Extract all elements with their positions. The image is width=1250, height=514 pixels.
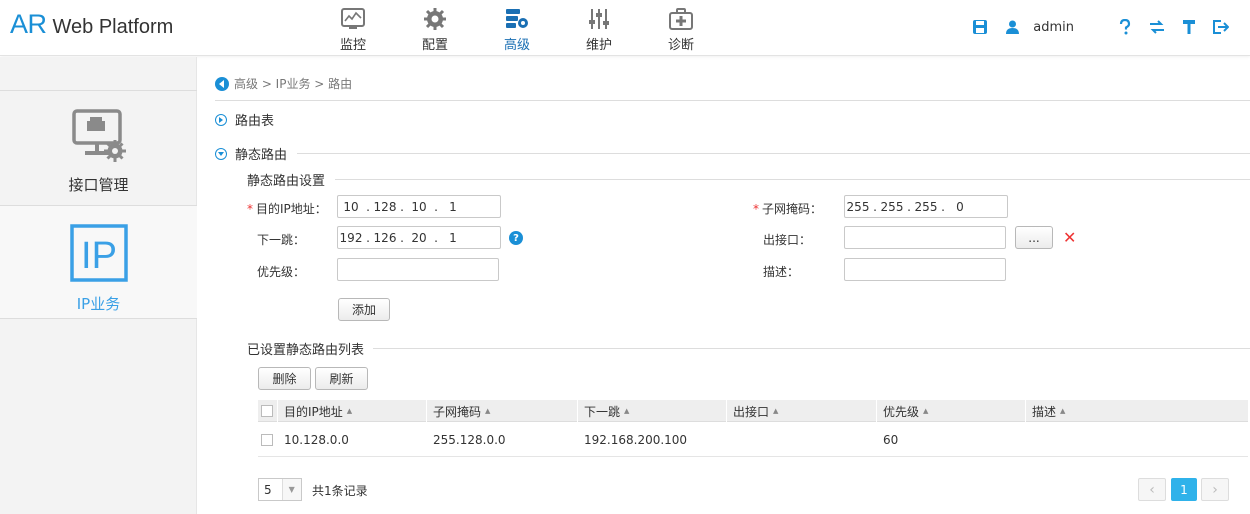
- page-size-select[interactable]: 5 ▼: [258, 478, 302, 501]
- logo-text: Web Platform: [52, 16, 174, 38]
- sort-icon: ▲: [1060, 407, 1066, 415]
- cell-description: [1026, 423, 1248, 457]
- form-title: 静态路由设置: [247, 174, 326, 189]
- table-header: 目的IP地址 ▲ 子网掩码 ▲ 下一跳 ▲ 出接口 ▲ 优先级 ▲ 描述 ▲: [258, 400, 1248, 422]
- sort-icon: ▲: [923, 407, 929, 415]
- dest-ip-input[interactable]: 10. 128. 10. 1: [337, 195, 501, 218]
- select-all-checkbox[interactable]: [258, 400, 278, 422]
- nav-config[interactable]: 配置: [394, 0, 476, 56]
- help-icon[interactable]: [1116, 18, 1134, 36]
- clear-icon[interactable]: ✕: [1063, 228, 1076, 247]
- cell-dest-ip: 10.128.0.0: [284, 433, 349, 447]
- column-header[interactable]: 子网掩码 ▲: [427, 400, 578, 422]
- divider: [373, 348, 1250, 349]
- next-page-button[interactable]: ›: [1201, 478, 1229, 501]
- sidebar-item-label: IP业务: [76, 295, 121, 313]
- tool-icon[interactable]: [1180, 18, 1198, 36]
- section-title: 静态路由: [235, 148, 288, 163]
- total-records: 共1条记录: [312, 484, 368, 498]
- interface-management-icon: [71, 109, 127, 166]
- page-button-current[interactable]: 1: [1171, 478, 1197, 501]
- list-title: 已设置静态路由列表: [247, 343, 365, 358]
- priority-label: 优先级：: [257, 265, 306, 279]
- refresh-button[interactable]: 刷新: [315, 367, 368, 390]
- chevron-right-icon: [215, 113, 227, 126]
- gear-icon: [422, 6, 448, 32]
- divider: [215, 100, 1250, 101]
- divider: [297, 153, 1250, 154]
- add-button[interactable]: 添加: [338, 298, 390, 321]
- cell-priority: 60: [883, 433, 899, 447]
- nav-monitor[interactable]: 监控: [312, 0, 394, 56]
- nav-label: 监控: [339, 38, 366, 53]
- sort-icon: ▲: [485, 407, 491, 415]
- section-title: 路由表: [235, 114, 275, 129]
- row-checkbox[interactable]: [258, 423, 278, 457]
- nav-label: 高级: [503, 38, 530, 53]
- next-hop-input[interactable]: 192. 126. 20. 1: [337, 226, 501, 249]
- nav-label: 配置: [421, 38, 448, 53]
- next-hop-label: 下一跳：: [257, 233, 306, 247]
- sort-icon: ▲: [773, 407, 779, 415]
- column-header[interactable]: 下一跳 ▲: [578, 400, 727, 422]
- prev-page-button[interactable]: ‹: [1138, 478, 1166, 501]
- subnet-mask-label: * 子网掩码：: [753, 202, 823, 216]
- section-static-route[interactable]: 静态路由: [215, 144, 287, 163]
- sort-icon: ▲: [624, 407, 630, 415]
- description-input[interactable]: [844, 258, 1006, 281]
- monitor-icon: [340, 6, 366, 32]
- medkit-icon: [668, 6, 694, 32]
- nav-label: 诊断: [667, 38, 694, 53]
- table-row[interactable]: 10.128.0.0 255.128.0.0 192.168.200.100 6…: [258, 423, 1248, 457]
- priority-input[interactable]: [337, 258, 499, 281]
- top-header: AR Web Platform 监控 配置 高级 维护 诊断 admin: [0, 0, 1250, 56]
- ip-icon: IP: [69, 224, 128, 285]
- breadcrumb-text: 高级 > IP业务 > 路由: [234, 77, 353, 91]
- breadcrumb: 高级 > IP业务 > 路由: [215, 75, 352, 92]
- sliders-icon: [586, 6, 612, 32]
- column-header[interactable]: 出接口 ▲: [727, 400, 877, 422]
- sort-icon: ▲: [346, 407, 353, 415]
- help-icon[interactable]: ?: [509, 231, 523, 245]
- cell-subnet-mask: 255.128.0.0: [433, 433, 506, 447]
- logo: AR Web Platform: [10, 9, 173, 40]
- username[interactable]: admin: [1033, 20, 1074, 35]
- switch-icon[interactable]: [1148, 18, 1166, 36]
- divider: [335, 179, 1250, 180]
- column-header[interactable]: 优先级 ▲: [877, 400, 1026, 422]
- section-route-table[interactable]: 路由表: [215, 110, 274, 129]
- cell-next-hop: 192.168.200.100: [584, 433, 688, 447]
- column-header[interactable]: 描述 ▲: [1026, 400, 1248, 422]
- dest-ip-label: * 目的IP地址：: [247, 202, 327, 216]
- out-interface-input[interactable]: [844, 226, 1006, 249]
- logout-icon[interactable]: [1212, 18, 1230, 36]
- logo-ar: AR: [10, 9, 47, 39]
- nav-advanced[interactable]: 高级: [476, 0, 558, 56]
- nav-label: 维护: [585, 38, 612, 53]
- cell-out-interface: [727, 423, 877, 457]
- chevron-down-icon: [215, 147, 227, 160]
- nav-diagnosis[interactable]: 诊断: [640, 0, 722, 56]
- browse-button[interactable]: ...: [1015, 226, 1053, 249]
- chevron-down-icon: ▼: [281, 479, 301, 500]
- sidebar-item-label: 接口管理: [68, 176, 129, 194]
- ip-icon-text: IP: [81, 235, 117, 277]
- description-label: 描述：: [763, 265, 800, 279]
- back-icon[interactable]: [215, 76, 229, 91]
- main-nav: 监控 配置 高级 维护 诊断: [312, 0, 722, 56]
- subnet-mask-input[interactable]: 255. 255. 255. 0: [844, 195, 1008, 218]
- out-interface-label: 出接口：: [763, 233, 812, 247]
- save-icon[interactable]: [971, 18, 989, 36]
- header-toolbar: admin: [957, 18, 1230, 36]
- sidebar-item-ip-service[interactable]: IP IP业务: [0, 205, 197, 319]
- sidebar-item-interface-management[interactable]: 接口管理: [0, 90, 197, 204]
- column-header[interactable]: 目的IP地址 ▲: [278, 400, 427, 422]
- advanced-icon: [504, 6, 530, 32]
- sidebar: 接口管理 IP IP业务: [0, 57, 197, 514]
- nav-maintenance[interactable]: 维护: [558, 0, 640, 56]
- delete-button[interactable]: 删除: [258, 367, 311, 390]
- user-icon: [1003, 18, 1021, 36]
